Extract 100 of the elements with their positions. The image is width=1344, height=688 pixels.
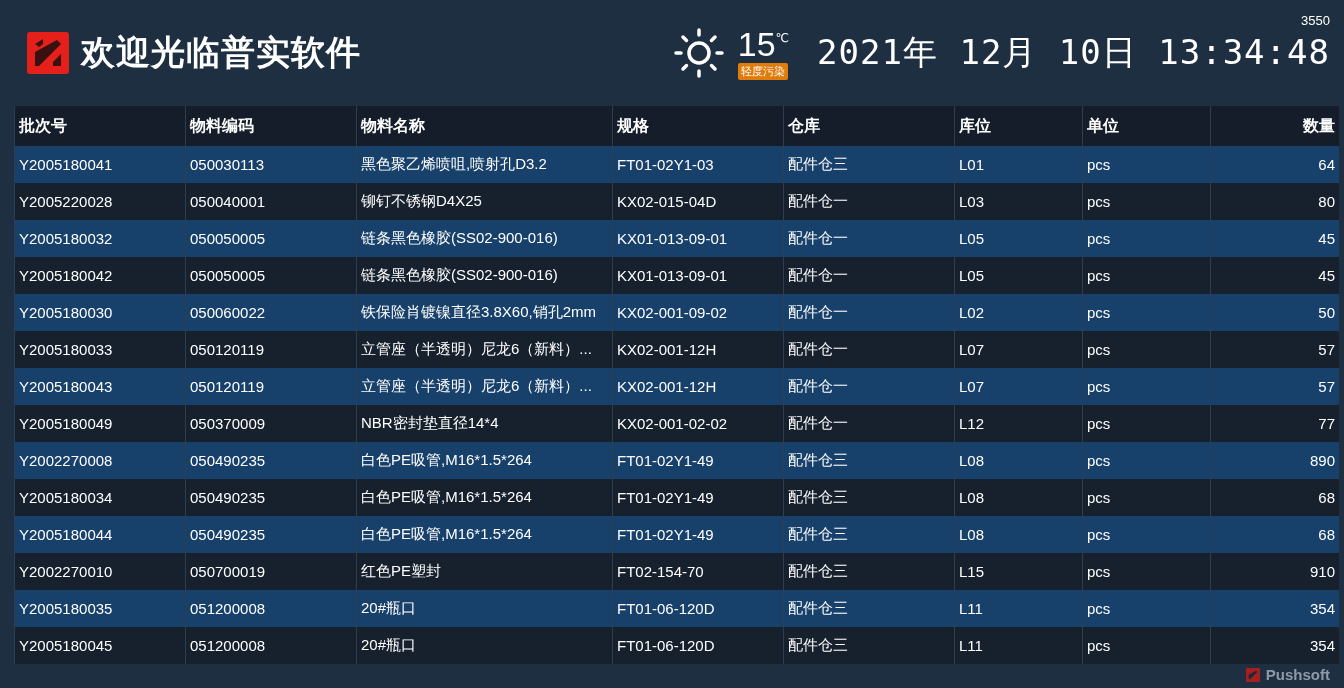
table-cell: pcs <box>1082 516 1211 553</box>
table-cell: Y2005180045 <box>14 627 186 664</box>
table-cell: Y2005180041 <box>14 146 186 183</box>
logo-icon <box>1245 667 1260 682</box>
table-cell: KX02-001-02-02 <box>612 405 784 442</box>
table-cell: FT02-154-70 <box>612 553 784 590</box>
table-cell: L12 <box>954 405 1083 442</box>
table-cell: L01 <box>954 146 1083 183</box>
table-cell: L08 <box>954 442 1083 479</box>
table-cell: Y2005180043 <box>14 368 186 405</box>
table-cell: 配件仓一 <box>783 331 955 368</box>
table-cell: Y2002270008 <box>14 442 186 479</box>
table-cell: 57 <box>1210 331 1339 368</box>
table-cell: pcs <box>1082 368 1211 405</box>
table-cell: L02 <box>954 294 1083 331</box>
column-header: 物料编码 <box>185 106 357 146</box>
table-cell: L03 <box>954 183 1083 220</box>
column-header: 单位 <box>1082 106 1211 146</box>
table-cell: 050060022 <box>185 294 357 331</box>
temperature: 15 <box>737 26 776 61</box>
table-cell: KX02-001-12H <box>612 368 784 405</box>
table-cell: Y2005180049 <box>14 405 186 442</box>
table-cell: 50 <box>1210 294 1339 331</box>
table-cell: L08 <box>954 516 1083 553</box>
counter: 3550 <box>1301 13 1330 28</box>
table-cell: 配件仓三 <box>783 442 955 479</box>
table-cell: 050050005 <box>185 257 357 294</box>
table-cell: 配件仓三 <box>783 479 955 516</box>
air-quality-badge: 轻度污染 <box>737 62 788 80</box>
table-cell: 050700019 <box>185 553 357 590</box>
table-cell: Y2005180035 <box>14 590 186 627</box>
column-header: 物料名称 <box>356 106 613 146</box>
column-header: 规格 <box>612 106 784 146</box>
table-cell: pcs <box>1082 479 1211 516</box>
column-header: 批次号 <box>14 106 186 146</box>
table-cell: KX02-001-09-02 <box>612 294 784 331</box>
table-cell: Y2005180033 <box>14 331 186 368</box>
table-cell: 050050005 <box>185 220 357 257</box>
table-cell: 050120119 <box>185 368 357 405</box>
table-cell: pcs <box>1082 183 1211 220</box>
table-cell: 77 <box>1210 405 1339 442</box>
table-cell: KX01-013-09-01 <box>612 220 784 257</box>
table-cell: 80 <box>1210 183 1339 220</box>
table-cell: L11 <box>954 590 1083 627</box>
table-cell: FT01-02Y1-49 <box>612 479 784 516</box>
table-cell: 立管座（半透明）尼龙6（新料）... <box>356 331 613 368</box>
table-cell: pcs <box>1082 331 1211 368</box>
table-cell: L11 <box>954 627 1083 664</box>
date-time: 2021年 12月 10日 13:34:48 <box>817 31 1330 74</box>
table-cell: 配件仓一 <box>783 294 955 331</box>
table-cell: 配件仓三 <box>783 553 955 590</box>
table-cell: 64 <box>1210 146 1339 183</box>
table-cell: 910 <box>1210 553 1339 590</box>
table-cell: 68 <box>1210 479 1339 516</box>
table-cell: 白色PE吸管,M16*1.5*264 <box>356 442 613 479</box>
table-cell: KX02-001-12H <box>612 331 784 368</box>
table-cell: FT01-02Y1-49 <box>612 442 784 479</box>
table-cell: 050120119 <box>185 331 357 368</box>
table-cell: 050370009 <box>185 405 357 442</box>
table-cell: 白色PE吸管,M16*1.5*264 <box>356 516 613 553</box>
table-cell: 68 <box>1210 516 1339 553</box>
table-cell: Y2002270010 <box>14 553 186 590</box>
table-cell: pcs <box>1082 294 1211 331</box>
table-cell: Y2005220028 <box>14 183 186 220</box>
table-cell: pcs <box>1082 257 1211 294</box>
table-cell: 配件仓三 <box>783 516 955 553</box>
app-title: 欢迎光临普实软件 <box>81 31 361 74</box>
column-header: 仓库 <box>783 106 955 146</box>
table-cell: pcs <box>1082 590 1211 627</box>
table-cell: 配件仓一 <box>783 220 955 257</box>
column-header: 库位 <box>954 106 1083 146</box>
table-cell: 配件仓一 <box>783 257 955 294</box>
table-cell: 立管座（半透明）尼龙6（新料）... <box>356 368 613 405</box>
table-cell: 051200008 <box>185 590 357 627</box>
table-cell: 配件仓一 <box>783 183 955 220</box>
table-cell: 890 <box>1210 442 1339 479</box>
table-cell: pcs <box>1082 146 1211 183</box>
table-cell: 20#瓶口 <box>356 590 613 627</box>
table-cell: 050030113 <box>185 146 357 183</box>
table-cell: pcs <box>1082 553 1211 590</box>
table-cell: Y2005180032 <box>14 220 186 257</box>
table-cell: FT01-02Y1-03 <box>612 146 784 183</box>
table-cell: pcs <box>1082 405 1211 442</box>
table-cell: Y2005180034 <box>14 479 186 516</box>
sun-icon <box>673 28 724 78</box>
logo-icon <box>27 32 69 74</box>
table-cell: 铁保险肖镀镍直径3.8X60,销孔2mm <box>356 294 613 331</box>
column-header: 数量 <box>1210 106 1339 146</box>
table-cell: FT01-06-120D <box>612 627 784 664</box>
table-cell: 配件仓一 <box>783 405 955 442</box>
table-cell: L07 <box>954 368 1083 405</box>
table-cell: 45 <box>1210 257 1339 294</box>
table-cell: 配件仓三 <box>783 590 955 627</box>
table-cell: L05 <box>954 257 1083 294</box>
table-cell: 红色PE塑封 <box>356 553 613 590</box>
table-cell: 354 <box>1210 627 1339 664</box>
table-cell: 45 <box>1210 220 1339 257</box>
table-cell: NBR密封垫直径14*4 <box>356 405 613 442</box>
table-cell: pcs <box>1082 442 1211 479</box>
table-cell: 20#瓶口 <box>356 627 613 664</box>
